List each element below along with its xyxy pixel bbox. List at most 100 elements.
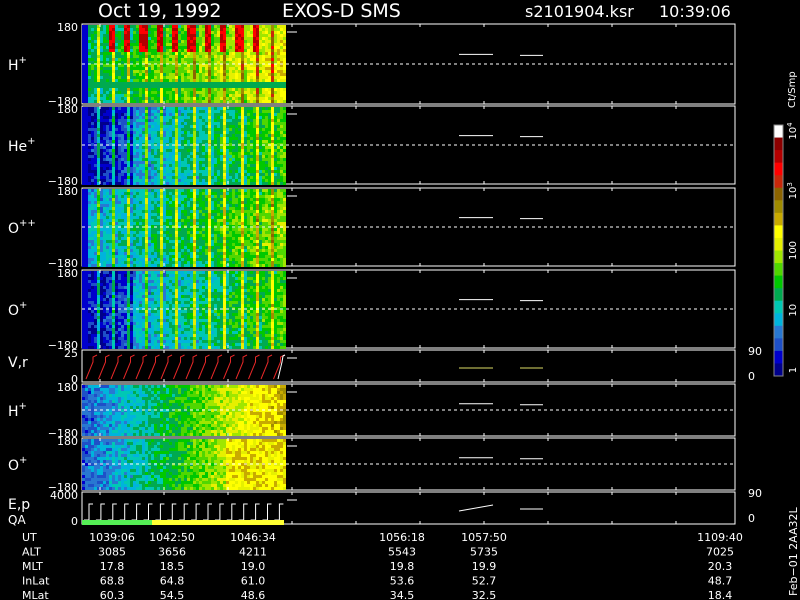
heatmap-cell xyxy=(109,107,112,110)
heatmap-cell xyxy=(265,158,268,161)
heatmap-cell xyxy=(133,28,136,31)
heatmap-cell xyxy=(130,70,133,73)
heatmap-cell xyxy=(181,31,184,34)
heatmap-cell xyxy=(172,46,175,49)
heatmap-cell xyxy=(184,228,187,231)
heatmap-cell xyxy=(247,119,250,122)
heatmap-cell xyxy=(109,58,112,61)
heatmap-cell xyxy=(196,40,199,43)
heatmap-cell xyxy=(112,52,115,55)
heatmap-cell xyxy=(163,219,166,222)
heatmap-cell xyxy=(211,55,214,58)
heatmap-cell xyxy=(166,158,169,161)
heatmap-cell xyxy=(112,195,115,198)
heatmap-cell xyxy=(115,228,118,231)
heatmap-cell xyxy=(271,55,274,58)
heatmap-cell xyxy=(106,243,109,246)
heatmap-cell xyxy=(211,258,214,261)
heatmap-cell xyxy=(205,237,208,240)
heatmap-cell xyxy=(214,210,217,213)
heatmap-cell xyxy=(202,34,205,37)
heatmap-cell xyxy=(274,91,277,94)
heatmap-cell xyxy=(139,240,142,243)
heatmap-cell xyxy=(130,201,133,204)
heatmap-cell xyxy=(250,43,253,46)
heatmap-cell xyxy=(238,234,241,237)
heatmap-cell xyxy=(277,52,280,55)
heatmap-cell xyxy=(193,64,196,67)
heatmap-cell xyxy=(97,252,100,255)
heatmap-cell xyxy=(211,161,214,164)
heatmap-cell xyxy=(97,97,100,100)
heatmap-cell xyxy=(94,116,97,119)
heatmap-cell xyxy=(91,201,94,204)
heatmap-cell xyxy=(127,173,130,176)
heatmap-cell xyxy=(217,146,220,149)
heatmap-cell xyxy=(208,67,211,70)
heatmap-cell xyxy=(112,155,115,158)
heatmap-cell xyxy=(154,49,157,52)
heatmap-cell xyxy=(202,25,205,28)
heatmap-cell xyxy=(172,28,175,31)
heatmap-cell xyxy=(136,40,139,43)
heatmap-cell xyxy=(205,252,208,255)
heatmap-cell xyxy=(175,73,178,76)
heatmap-cell xyxy=(148,131,151,134)
heatmap-cell xyxy=(103,195,106,198)
heatmap-cell xyxy=(211,31,214,34)
heatmap-cell xyxy=(169,28,172,31)
heatmap-cell xyxy=(82,110,85,113)
heatmap-cell xyxy=(97,216,100,219)
heatmap-cell xyxy=(88,207,91,210)
heatmap-cell xyxy=(118,258,121,261)
heatmap-cell xyxy=(226,176,229,179)
heatmap-cell xyxy=(109,73,112,76)
heatmap-cell xyxy=(202,204,205,207)
heatmap-cell xyxy=(199,85,202,88)
heatmap-cell xyxy=(235,73,238,76)
heatmap-cell xyxy=(214,100,217,103)
heatmap-cell xyxy=(280,79,283,82)
heatmap-cell xyxy=(169,240,172,243)
heatmap-cell xyxy=(121,264,124,267)
heatmap-cell xyxy=(130,210,133,213)
heatmap-cell xyxy=(169,40,172,43)
heatmap-cell xyxy=(229,97,232,100)
heatmap-cell xyxy=(226,249,229,252)
heatmap-cell xyxy=(133,152,136,155)
heatmap-cell xyxy=(112,176,115,179)
heatmap-cell xyxy=(175,149,178,152)
heatmap-cell xyxy=(235,192,238,195)
heatmap-cell xyxy=(175,152,178,155)
heatmap-cell xyxy=(238,158,241,161)
heatmap-cell xyxy=(115,40,118,43)
heatmap-cell xyxy=(91,100,94,103)
heatmap-cell xyxy=(175,216,178,219)
heatmap-cell xyxy=(241,73,244,76)
heatmap-cell xyxy=(193,237,196,240)
heatmap-cell xyxy=(97,164,100,167)
heatmap-cell xyxy=(199,189,202,192)
heatmap-cell xyxy=(85,79,88,82)
heatmap-cell xyxy=(205,149,208,152)
heatmap-cell xyxy=(142,179,145,182)
panel-opp: 180−180O++ xyxy=(8,185,736,270)
heatmap-cell xyxy=(229,100,232,103)
heatmap-cell xyxy=(211,182,214,185)
heatmap-cell xyxy=(115,58,118,61)
heatmap-cell xyxy=(94,240,97,243)
heatmap-cell xyxy=(130,155,133,158)
heatmap-cell xyxy=(265,52,268,55)
heatmap-cell xyxy=(196,31,199,34)
heatmap-cell xyxy=(82,70,85,73)
heatmap-cell xyxy=(193,40,196,43)
heatmap-cell xyxy=(127,216,130,219)
heatmap-cell xyxy=(235,164,238,167)
heatmap-cell xyxy=(253,28,256,31)
heatmap-cell xyxy=(115,37,118,40)
heatmap-cell xyxy=(184,149,187,152)
heatmap-cell xyxy=(169,219,172,222)
heatmap-cell xyxy=(169,179,172,182)
heatmap-cell xyxy=(241,113,244,116)
heatmap-cell xyxy=(202,240,205,243)
